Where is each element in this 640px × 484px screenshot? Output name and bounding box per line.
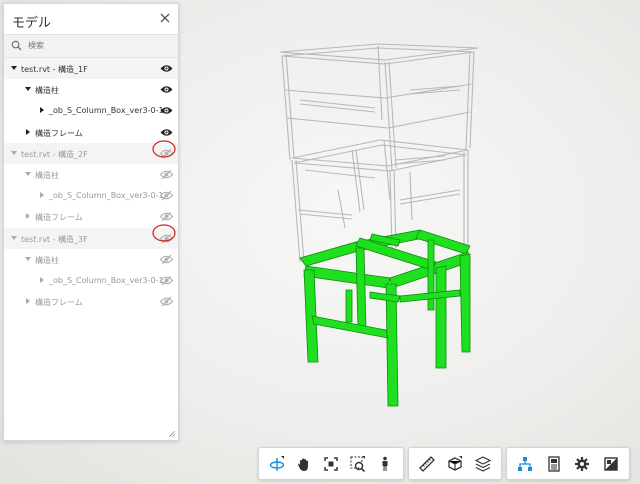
caret-down-icon[interactable] (24, 85, 32, 93)
search-bar (4, 34, 178, 58)
tree-item[interactable]: _ob_S_Column_Box_ver3-0-1 (4, 100, 178, 121)
caret-down-icon[interactable] (10, 149, 18, 157)
properties-icon (548, 455, 560, 472)
panel-title: モデル (12, 16, 52, 31)
viewer-canvas[interactable] (180, 0, 640, 440)
navigation-toolbar (258, 447, 404, 480)
properties-button[interactable] (540, 451, 569, 476)
search-icon (11, 40, 22, 51)
eye-icon[interactable] (160, 63, 173, 74)
annotation-circle-2f (152, 140, 176, 158)
eye-hidden-icon[interactable] (160, 296, 173, 307)
model-browser-icon (518, 456, 533, 471)
settings-button[interactable] (568, 451, 597, 476)
eye-icon[interactable] (160, 84, 173, 95)
pan-button[interactable] (290, 451, 317, 476)
tree-item-label: 構造柱 (35, 255, 59, 265)
search-input[interactable] (28, 38, 168, 53)
model-browser-button[interactable] (511, 451, 540, 476)
tree-model-row[interactable]: test.rvt - 構造_1F (4, 58, 178, 80)
orbit-button[interactable] (263, 451, 290, 476)
fullscreen-icon (604, 456, 618, 471)
pan-icon (297, 458, 308, 471)
tree-item[interactable]: _ob_S_Column_Box_ver3-0-1 (4, 185, 178, 206)
caret-right-icon[interactable] (24, 128, 32, 136)
zoom-icon (350, 455, 366, 472)
tree-item-label: _ob_S_Column_Box_ver3-0-1 (49, 191, 164, 201)
tree-item-label: 構造フレーム (35, 298, 83, 308)
tree-item-label: test.rvt - 構造_1F (21, 65, 88, 74)
eye-icon[interactable] (160, 127, 173, 138)
panels-toolbar (506, 447, 630, 480)
fit-view-button[interactable] (317, 451, 344, 476)
close-icon[interactable] (159, 12, 171, 24)
caret-right-icon[interactable] (38, 276, 46, 284)
tree-item-label: _ob_S_Column_Box_ver3-0-1 (49, 106, 164, 116)
explode-button[interactable] (469, 451, 497, 476)
caret-down-icon[interactable] (24, 255, 32, 263)
eye-hidden-icon[interactable] (160, 254, 173, 265)
caret-right-icon[interactable] (38, 106, 46, 114)
highlighted-1f-structure (299, 229, 471, 407)
tree-item-label: _ob_S_Column_Box_ver3-0-1 (49, 275, 164, 285)
resize-handle-icon[interactable] (169, 431, 175, 437)
caret-down-icon[interactable] (10, 64, 18, 72)
caret-right-icon[interactable] (38, 191, 46, 199)
tree-item-label: test.rvt - 構造_3F (21, 234, 88, 244)
eye-icon[interactable] (160, 105, 173, 116)
explode-icon (475, 455, 491, 472)
first-person-icon (382, 456, 388, 471)
caret-right-icon[interactable] (24, 297, 32, 305)
settings-icon (575, 456, 590, 471)
tree-item[interactable]: 構造柱 (4, 79, 178, 100)
eye-hidden-icon[interactable] (160, 211, 173, 222)
zoom-button[interactable] (345, 451, 372, 476)
eye-hidden-icon[interactable] (160, 275, 173, 286)
eye-hidden-icon[interactable] (160, 190, 173, 201)
tree-item-label: 構造フレーム (35, 128, 83, 138)
caret-down-icon[interactable] (24, 170, 32, 178)
annotation-circle-3f (152, 224, 176, 242)
tree-item-label: 構造柱 (35, 86, 59, 96)
fullscreen-button[interactable] (597, 451, 626, 476)
tree-item[interactable]: _ob_S_Column_Box_ver3-0-1 (4, 270, 178, 291)
tree-item-label: 構造柱 (35, 170, 59, 180)
model-tree: test.rvt - 構造_1F 構造柱 _ob_S_Column_Box_ver3… (4, 58, 178, 312)
analysis-toolbar (408, 447, 502, 480)
ghosted-upper-structure (279, 43, 479, 263)
measure-icon (419, 455, 435, 472)
orbit-icon (269, 455, 284, 471)
section-icon (448, 455, 462, 471)
caret-down-icon[interactable] (10, 234, 18, 242)
caret-right-icon[interactable] (24, 212, 32, 220)
first-person-button[interactable] (372, 451, 399, 476)
eye-hidden-icon[interactable] (160, 169, 173, 180)
tree-item-label: 構造フレーム (35, 213, 83, 223)
panel-header: モデル (4, 4, 178, 34)
tree-item-label: test.rvt - 構造_2F (21, 149, 88, 159)
fit-view-icon (324, 456, 338, 471)
tree-item[interactable]: 構造フレーム (4, 291, 178, 312)
tree-item[interactable]: 構造柱 (4, 249, 178, 270)
section-button[interactable] (441, 451, 469, 476)
measure-button[interactable] (413, 451, 441, 476)
tree-item[interactable]: 構造柱 (4, 164, 178, 185)
